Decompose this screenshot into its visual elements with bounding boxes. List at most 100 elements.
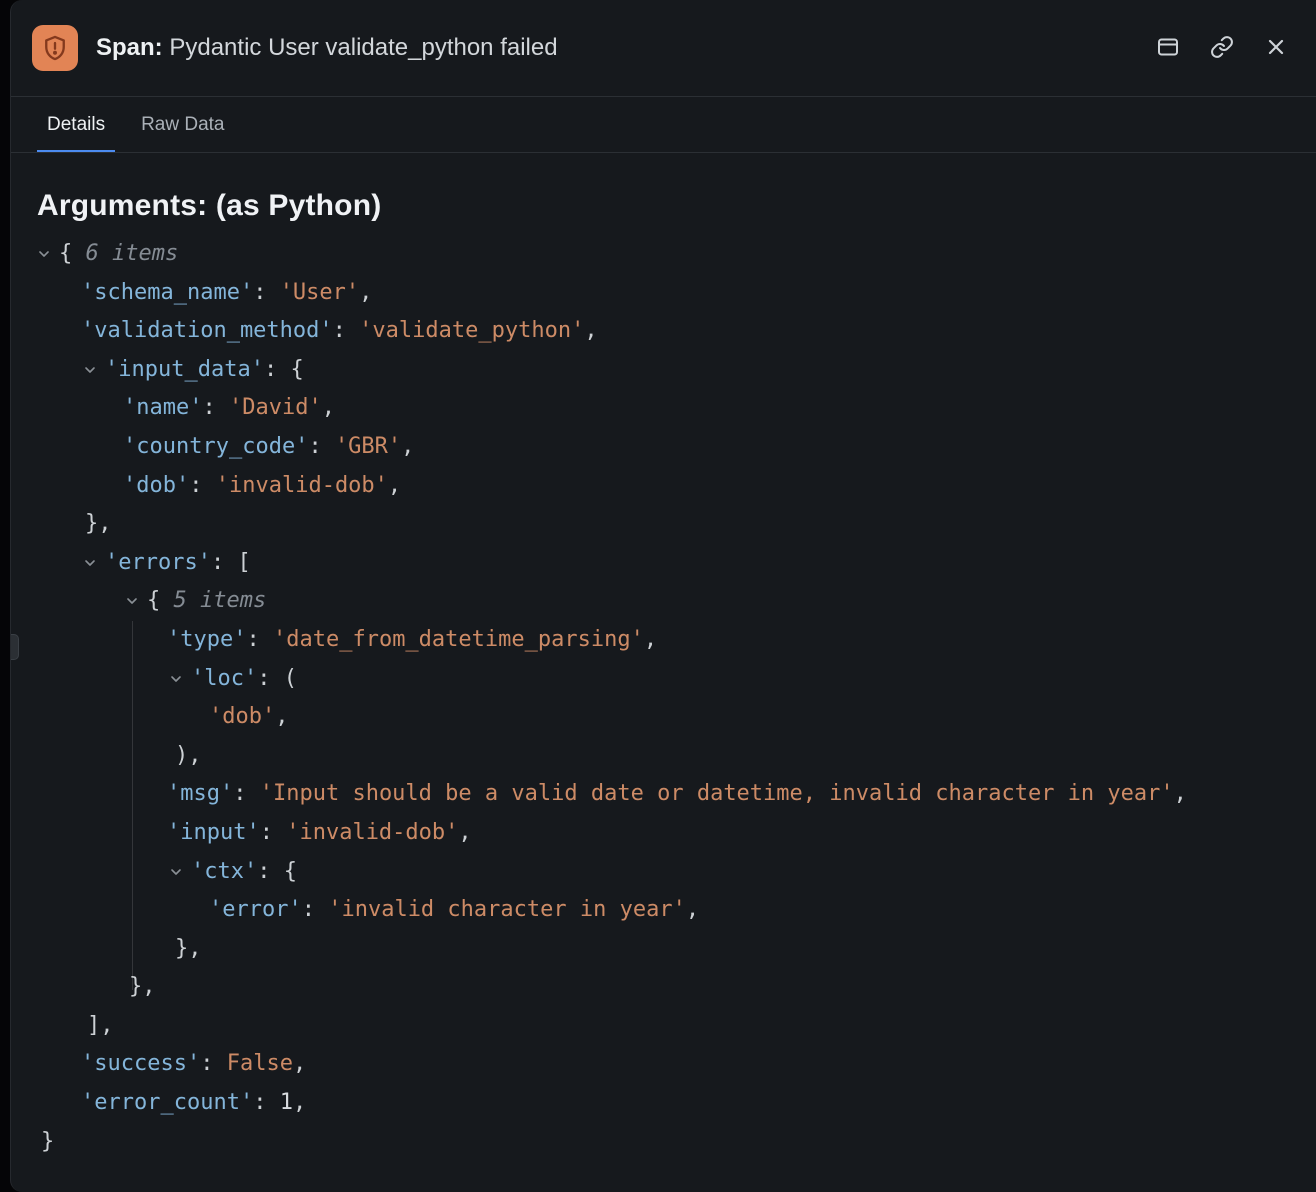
json-key: 'name' — [123, 395, 202, 420]
json-string: 'date_from_datetime_parsing' — [273, 627, 644, 652]
tree-line: 'input': 'invalid-dob', — [11, 814, 1316, 853]
json-punctuation: , — [401, 434, 414, 459]
tree-line: ), — [11, 737, 1316, 776]
json-item-count: 5 items — [174, 588, 267, 613]
json-string: 'Input should be a valid date or datetim… — [260, 781, 1174, 806]
tree-line: 'country_code': 'GBR', — [11, 428, 1316, 467]
json-key: 'input_data' — [105, 357, 264, 382]
json-item-count: 6 items — [86, 241, 179, 266]
tree-line: 'input_data': { — [11, 351, 1316, 390]
json-punctuation: , — [388, 473, 401, 498]
tree-line: 'name': 'David', — [11, 389, 1316, 428]
tree-line: 'type': 'date_from_datetime_parsing', — [11, 621, 1316, 660]
json-string: 'dob' — [209, 704, 275, 729]
json-string: 'invalid character in year' — [328, 897, 686, 922]
json-keyword: False — [227, 1051, 293, 1076]
json-punctuation: : { — [257, 859, 297, 884]
warning-shield-icon — [32, 25, 78, 71]
json-punctuation: : — [260, 820, 287, 845]
json-key: 'error' — [209, 897, 302, 922]
dock-panel-icon — [1156, 35, 1180, 62]
tree-guide-line — [132, 621, 133, 990]
panel-header: Span: Pydantic User validate_python fail… — [11, 0, 1316, 97]
tree-line: 'success': False, — [11, 1045, 1316, 1084]
json-key: 'validation_method' — [81, 318, 333, 343]
copy-link-button[interactable] — [1208, 34, 1236, 62]
json-punctuation: : — [246, 627, 273, 652]
tab-details[interactable]: Details — [37, 114, 115, 152]
json-punctuation: , — [686, 897, 699, 922]
json-punctuation: ], — [87, 1013, 114, 1038]
tree-line: }, — [11, 968, 1316, 1007]
json-punctuation: }, — [175, 936, 202, 961]
collapse-chevron-icon[interactable] — [125, 582, 147, 621]
drawer-resize-handle[interactable] — [11, 634, 19, 660]
tree-line: 'error': 'invalid character in year', — [11, 891, 1316, 930]
tree-line: 'errors': [ — [11, 544, 1316, 583]
json-punctuation: ), — [175, 743, 202, 768]
arguments-heading: Arguments: (as Python) — [37, 189, 1316, 223]
panel-title: Span: Pydantic User validate_python fail… — [96, 34, 1154, 62]
json-punctuation: , — [322, 395, 335, 420]
panel-title-text: Pydantic User validate_python failed — [169, 34, 557, 61]
tree-line: 'error_count': 1, — [11, 1084, 1316, 1123]
collapse-chevron-icon[interactable] — [83, 544, 105, 583]
tree-line: 'dob', — [11, 698, 1316, 737]
json-key: 'country_code' — [123, 434, 308, 459]
json-punctuation: }, — [85, 511, 112, 536]
json-key: 'loc' — [191, 666, 257, 691]
json-punctuation: : — [189, 473, 216, 498]
tree-line: } — [11, 1123, 1316, 1162]
json-key: 'dob' — [123, 473, 189, 498]
json-string: 'GBR' — [335, 434, 401, 459]
json-string: 'David' — [229, 395, 322, 420]
json-key: 'error_count' — [81, 1090, 253, 1115]
tree-line: 'schema_name': 'User', — [11, 274, 1316, 313]
json-key: 'success' — [81, 1051, 200, 1076]
tree-line: 'validation_method': 'validate_python', — [11, 312, 1316, 351]
json-punctuation: : — [308, 434, 335, 459]
collapse-chevron-icon[interactable] — [169, 660, 191, 699]
json-string: 'invalid-dob' — [216, 473, 388, 498]
json-punctuation: : — [333, 318, 360, 343]
json-punctuation: , — [458, 820, 471, 845]
tree-line: 'dob': 'invalid-dob', — [11, 467, 1316, 506]
tree-line: 'msg': 'Input should be a valid date or … — [11, 775, 1316, 814]
tree-line: ], — [11, 1007, 1316, 1046]
json-punctuation: : — [253, 280, 280, 305]
json-punctuation: , — [584, 318, 597, 343]
json-punctuation: : — [302, 897, 329, 922]
dock-panel-button[interactable] — [1154, 34, 1182, 62]
json-punctuation: } — [41, 1129, 54, 1154]
header-actions — [1154, 34, 1290, 62]
json-punctuation: : [ — [211, 550, 251, 575]
close-icon — [1264, 35, 1288, 62]
json-punctuation: , — [1174, 781, 1187, 806]
json-punctuation: , — [275, 704, 288, 729]
details-content: Arguments: (as Python) { 6 items'schema_… — [11, 153, 1316, 1161]
panel-title-prefix: Span: — [96, 34, 163, 61]
json-punctuation: , — [644, 627, 657, 652]
json-tree: { 6 items'schema_name': 'User','validati… — [11, 235, 1316, 1161]
json-punctuation: , — [293, 1051, 306, 1076]
json-string: 'validate_python' — [359, 318, 584, 343]
tab-raw-data[interactable]: Raw Data — [131, 114, 234, 152]
collapse-chevron-icon[interactable] — [169, 853, 191, 892]
json-number: 1 — [280, 1090, 293, 1115]
json-punctuation: { — [59, 241, 86, 266]
json-punctuation: : — [233, 781, 260, 806]
tree-line: }, — [11, 505, 1316, 544]
json-key: 'ctx' — [191, 859, 257, 884]
json-key: 'input' — [167, 820, 260, 845]
tab-bar: Details Raw Data — [11, 97, 1316, 153]
collapse-chevron-icon[interactable] — [37, 235, 59, 274]
collapse-chevron-icon[interactable] — [83, 351, 105, 390]
json-punctuation: : ( — [257, 666, 297, 691]
json-key: 'type' — [167, 627, 246, 652]
link-icon — [1210, 35, 1234, 62]
tree-line: { 6 items — [11, 235, 1316, 274]
json-string: 'invalid-dob' — [286, 820, 458, 845]
close-button[interactable] — [1262, 34, 1290, 62]
json-punctuation: { — [147, 588, 174, 613]
json-punctuation: , — [359, 280, 372, 305]
